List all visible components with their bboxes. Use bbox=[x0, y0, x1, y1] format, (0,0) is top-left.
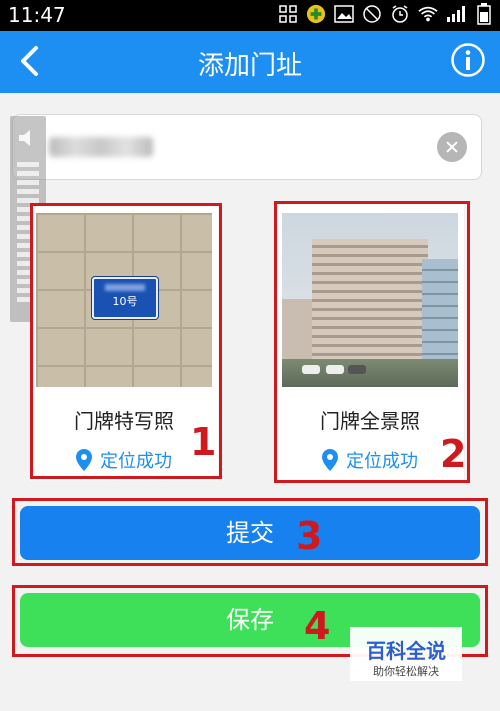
battery-icon bbox=[474, 3, 494, 25]
annotation-number-3: 3 bbox=[296, 514, 323, 558]
speaker-icon bbox=[16, 126, 40, 150]
address-input-value bbox=[49, 137, 153, 157]
status-icons bbox=[278, 3, 494, 25]
annotation-number-4: 4 bbox=[304, 604, 331, 648]
image-icon bbox=[334, 4, 354, 24]
watermark: 百科全说 助你轻松解决 bbox=[350, 627, 462, 681]
wifi-icon bbox=[418, 4, 438, 24]
annotation-number-1: 1 bbox=[190, 420, 217, 464]
app-header: 添加门址 bbox=[0, 31, 500, 93]
submit-button[interactable]: 提交 bbox=[20, 506, 480, 560]
watermark-subtitle: 助你轻松解决 bbox=[373, 665, 439, 678]
page-title: 添加门址 bbox=[197, 51, 302, 81]
app-badge-icon bbox=[306, 4, 326, 24]
status-time: 11:47 bbox=[8, 3, 66, 27]
alarm-icon bbox=[390, 4, 410, 24]
signal-icon bbox=[446, 4, 466, 24]
info-icon[interactable] bbox=[450, 42, 486, 78]
clear-icon[interactable] bbox=[437, 132, 467, 162]
grid-icon bbox=[278, 4, 298, 24]
annotation-number-2: 2 bbox=[440, 432, 467, 476]
address-input[interactable] bbox=[12, 114, 482, 180]
no-signal-icon bbox=[362, 4, 382, 24]
watermark-title: 百科全说 bbox=[366, 639, 446, 663]
status-bar: 11:47 bbox=[0, 0, 500, 31]
